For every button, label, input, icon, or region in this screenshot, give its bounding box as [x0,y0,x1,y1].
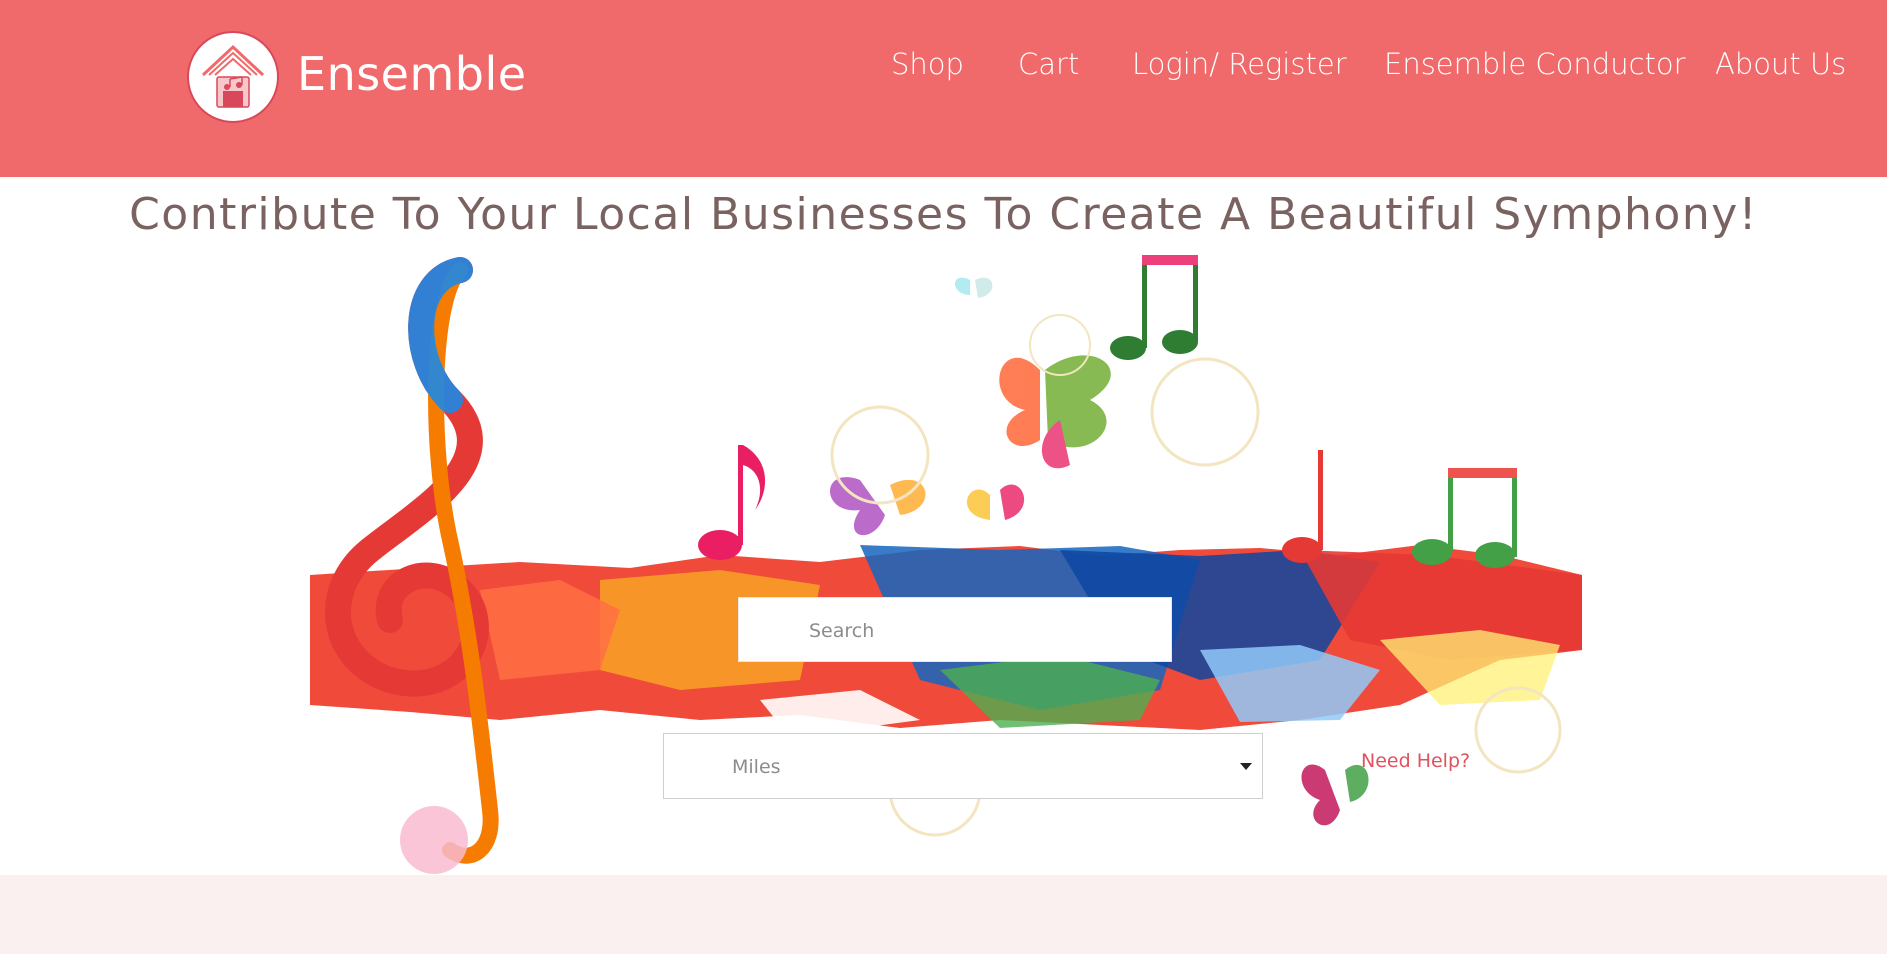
search-input[interactable] [807,598,1161,663]
nav-shop[interactable]: Shop [891,44,964,84]
footer-band [0,875,1887,954]
nav-cart[interactable]: Cart [1018,44,1079,84]
need-help-link[interactable]: Need Help? [1361,746,1470,776]
search-box [738,597,1172,663]
distance-select-value: Miles [732,756,781,778]
brand-name[interactable]: Ensemble [297,44,527,104]
house-music-logo-icon [201,44,265,108]
site-header: Ensemble Shop Cart Login/ Register Ensem… [0,0,1887,177]
nav-about-us[interactable]: About Us [1715,44,1846,84]
logo-icon[interactable] [187,31,279,123]
nav-login-register[interactable]: Login/ Register [1132,44,1347,84]
caret-down-icon [1240,763,1252,770]
distance-select[interactable]: Miles [663,733,1263,799]
page-tagline: Contribute To Your Local Businesses To C… [129,189,1758,240]
nav-ensemble-conductor[interactable]: Ensemble Conductor [1384,44,1686,84]
